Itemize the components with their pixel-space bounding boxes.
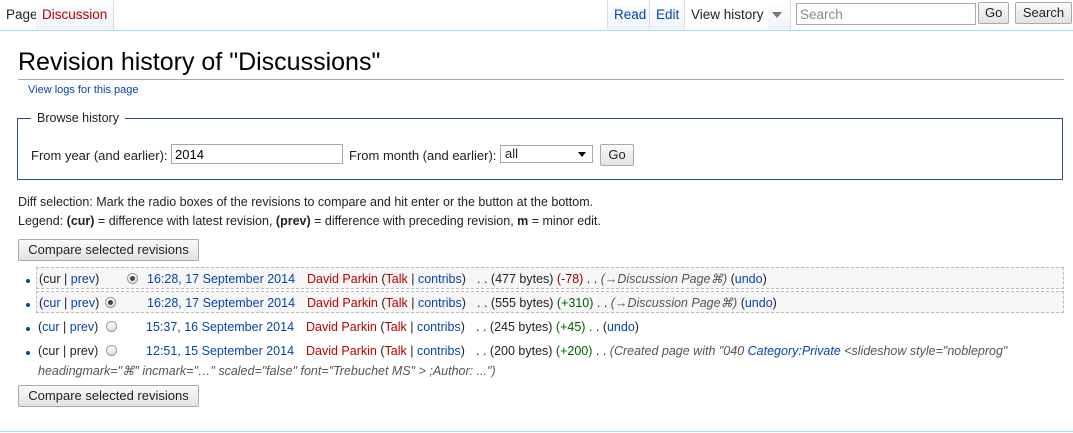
header: Page Discussion Read Edit View history G… xyxy=(0,0,1073,30)
edit-summary: (→Discussion Page⌘) xyxy=(600,272,728,286)
undo-link[interactable]: undo xyxy=(735,272,763,286)
contribs-link[interactable]: contribs xyxy=(418,272,462,286)
browse-go-button[interactable]: Go xyxy=(600,144,634,166)
undo-link[interactable]: undo xyxy=(745,296,773,310)
contribs-link[interactable]: contribs xyxy=(417,320,461,334)
revision-row: (cur | prev) 16:28, 17 September 2014 Da… xyxy=(36,267,1064,289)
talk-link[interactable]: Talk xyxy=(386,296,408,310)
tab-edit[interactable]: Edit xyxy=(649,0,686,29)
cur-link[interactable]: cur xyxy=(43,296,60,310)
year-field[interactable] xyxy=(171,144,343,164)
legend-prev-text: = difference with preceding revision, xyxy=(310,214,518,228)
chevron-down-icon xyxy=(578,152,586,157)
talk-link[interactable]: Talk xyxy=(386,272,408,286)
tab-view-history[interactable]: View history xyxy=(684,0,771,29)
month-value: all xyxy=(505,146,519,161)
edit-summary: (→Discussion Page⌘) xyxy=(610,296,738,310)
cur-text: cur xyxy=(42,344,60,358)
year-label: From year (and earlier): xyxy=(31,148,168,163)
legend-text: Legend: (cur) = difference with latest r… xyxy=(18,214,601,228)
byte-delta: (-78) xyxy=(556,272,584,286)
prev-link[interactable]: prev xyxy=(71,296,95,310)
more-menu[interactable] xyxy=(768,0,791,29)
content-bottom-border xyxy=(0,431,1073,432)
byte-size: (245 bytes) xyxy=(489,320,553,334)
cur-link[interactable]: cur xyxy=(43,272,60,286)
revision-timestamp[interactable]: 16:28, 17 September 2014 xyxy=(147,292,295,314)
revision-timestamp[interactable]: 16:28, 17 September 2014 xyxy=(147,268,295,290)
search-go-button[interactable]: Go xyxy=(978,2,1009,24)
revision-radio[interactable] xyxy=(106,321,117,332)
tab-read[interactable]: Read xyxy=(607,0,653,29)
month-select[interactable]: all xyxy=(500,145,593,163)
prev-text: prev xyxy=(69,344,95,358)
view-logs-link[interactable]: View logs for this page xyxy=(28,84,138,96)
contribs-link[interactable]: contribs xyxy=(418,296,462,310)
browse-history-legend: Browse history xyxy=(31,111,125,125)
category-link[interactable]: Category:Private xyxy=(748,344,841,358)
revision-radio[interactable] xyxy=(106,345,117,356)
compare-revisions-button[interactable]: Compare selected revisions xyxy=(18,239,199,261)
revision-radio-old[interactable] xyxy=(127,273,138,284)
user-link[interactable]: David Parkin xyxy=(306,320,377,334)
revision-row: (cur | prev) 12:51, 15 September 2014 Da… xyxy=(22,340,1065,362)
revision-timestamp[interactable]: 12:51, 15 September 2014 xyxy=(146,340,294,362)
cur-link[interactable]: cur xyxy=(42,320,59,334)
list-bullet xyxy=(26,303,30,307)
edit-summary: (Created page with "040 xyxy=(609,344,748,358)
revision-row: (cur | prev) 15:37, 16 September 2014 Da… xyxy=(22,316,1065,338)
byte-delta: (+45) xyxy=(555,320,586,334)
revision-timestamp[interactable]: 15:37, 16 September 2014 xyxy=(146,316,294,338)
byte-size: (477 bytes) xyxy=(490,272,554,286)
talk-link[interactable]: Talk xyxy=(385,344,407,358)
talk-link[interactable]: Talk xyxy=(385,320,407,334)
prev-link[interactable]: prev xyxy=(71,272,95,286)
prev-link[interactable]: prev xyxy=(70,320,94,334)
search-input[interactable] xyxy=(796,3,976,25)
page-title: Revision history of "Discussions" xyxy=(18,48,381,76)
edit-summary-line2: headingmark="⌘" incmark="…" scaled="fals… xyxy=(38,364,496,378)
title-divider xyxy=(18,79,1064,80)
user-link[interactable]: David Parkin xyxy=(307,296,378,310)
legend-cur: (cur) xyxy=(66,214,95,228)
legend-minor: m xyxy=(517,214,529,228)
chevron-down-icon xyxy=(772,12,782,19)
legend-prev: (prev) xyxy=(275,214,311,228)
tab-discussion[interactable]: Discussion xyxy=(36,0,115,29)
legend-cur-text: = difference with latest revision, xyxy=(94,214,276,228)
legend-minor-text: = minor edit. xyxy=(528,214,601,228)
byte-delta: (+200) xyxy=(555,344,593,358)
legend-prefix: Legend: xyxy=(18,214,67,228)
list-bullet xyxy=(26,279,30,283)
revision-row: (cur | prev) 16:28, 17 September 2014 Da… xyxy=(36,291,1064,313)
compare-revisions-button-bottom[interactable]: Compare selected revisions xyxy=(18,385,199,407)
user-link[interactable]: David Parkin xyxy=(307,272,378,286)
undo-link[interactable]: undo xyxy=(607,320,635,334)
diff-help-text: Diff selection: Mark the radio boxes of … xyxy=(18,195,594,209)
byte-size: (555 bytes) xyxy=(490,296,554,310)
byte-delta: (+310) xyxy=(556,296,594,310)
user-link[interactable]: David Parkin xyxy=(306,344,377,358)
month-label: From month (and earlier): xyxy=(349,148,497,163)
search-button[interactable]: Search xyxy=(1015,2,1072,24)
content-border xyxy=(0,30,1073,31)
byte-size: (200 bytes) xyxy=(489,344,553,358)
revision-radio-new[interactable] xyxy=(105,297,116,308)
contribs-link[interactable]: contribs xyxy=(417,344,461,358)
edit-summary-cont: <slideshow style="nobleprog" xyxy=(840,344,1008,358)
